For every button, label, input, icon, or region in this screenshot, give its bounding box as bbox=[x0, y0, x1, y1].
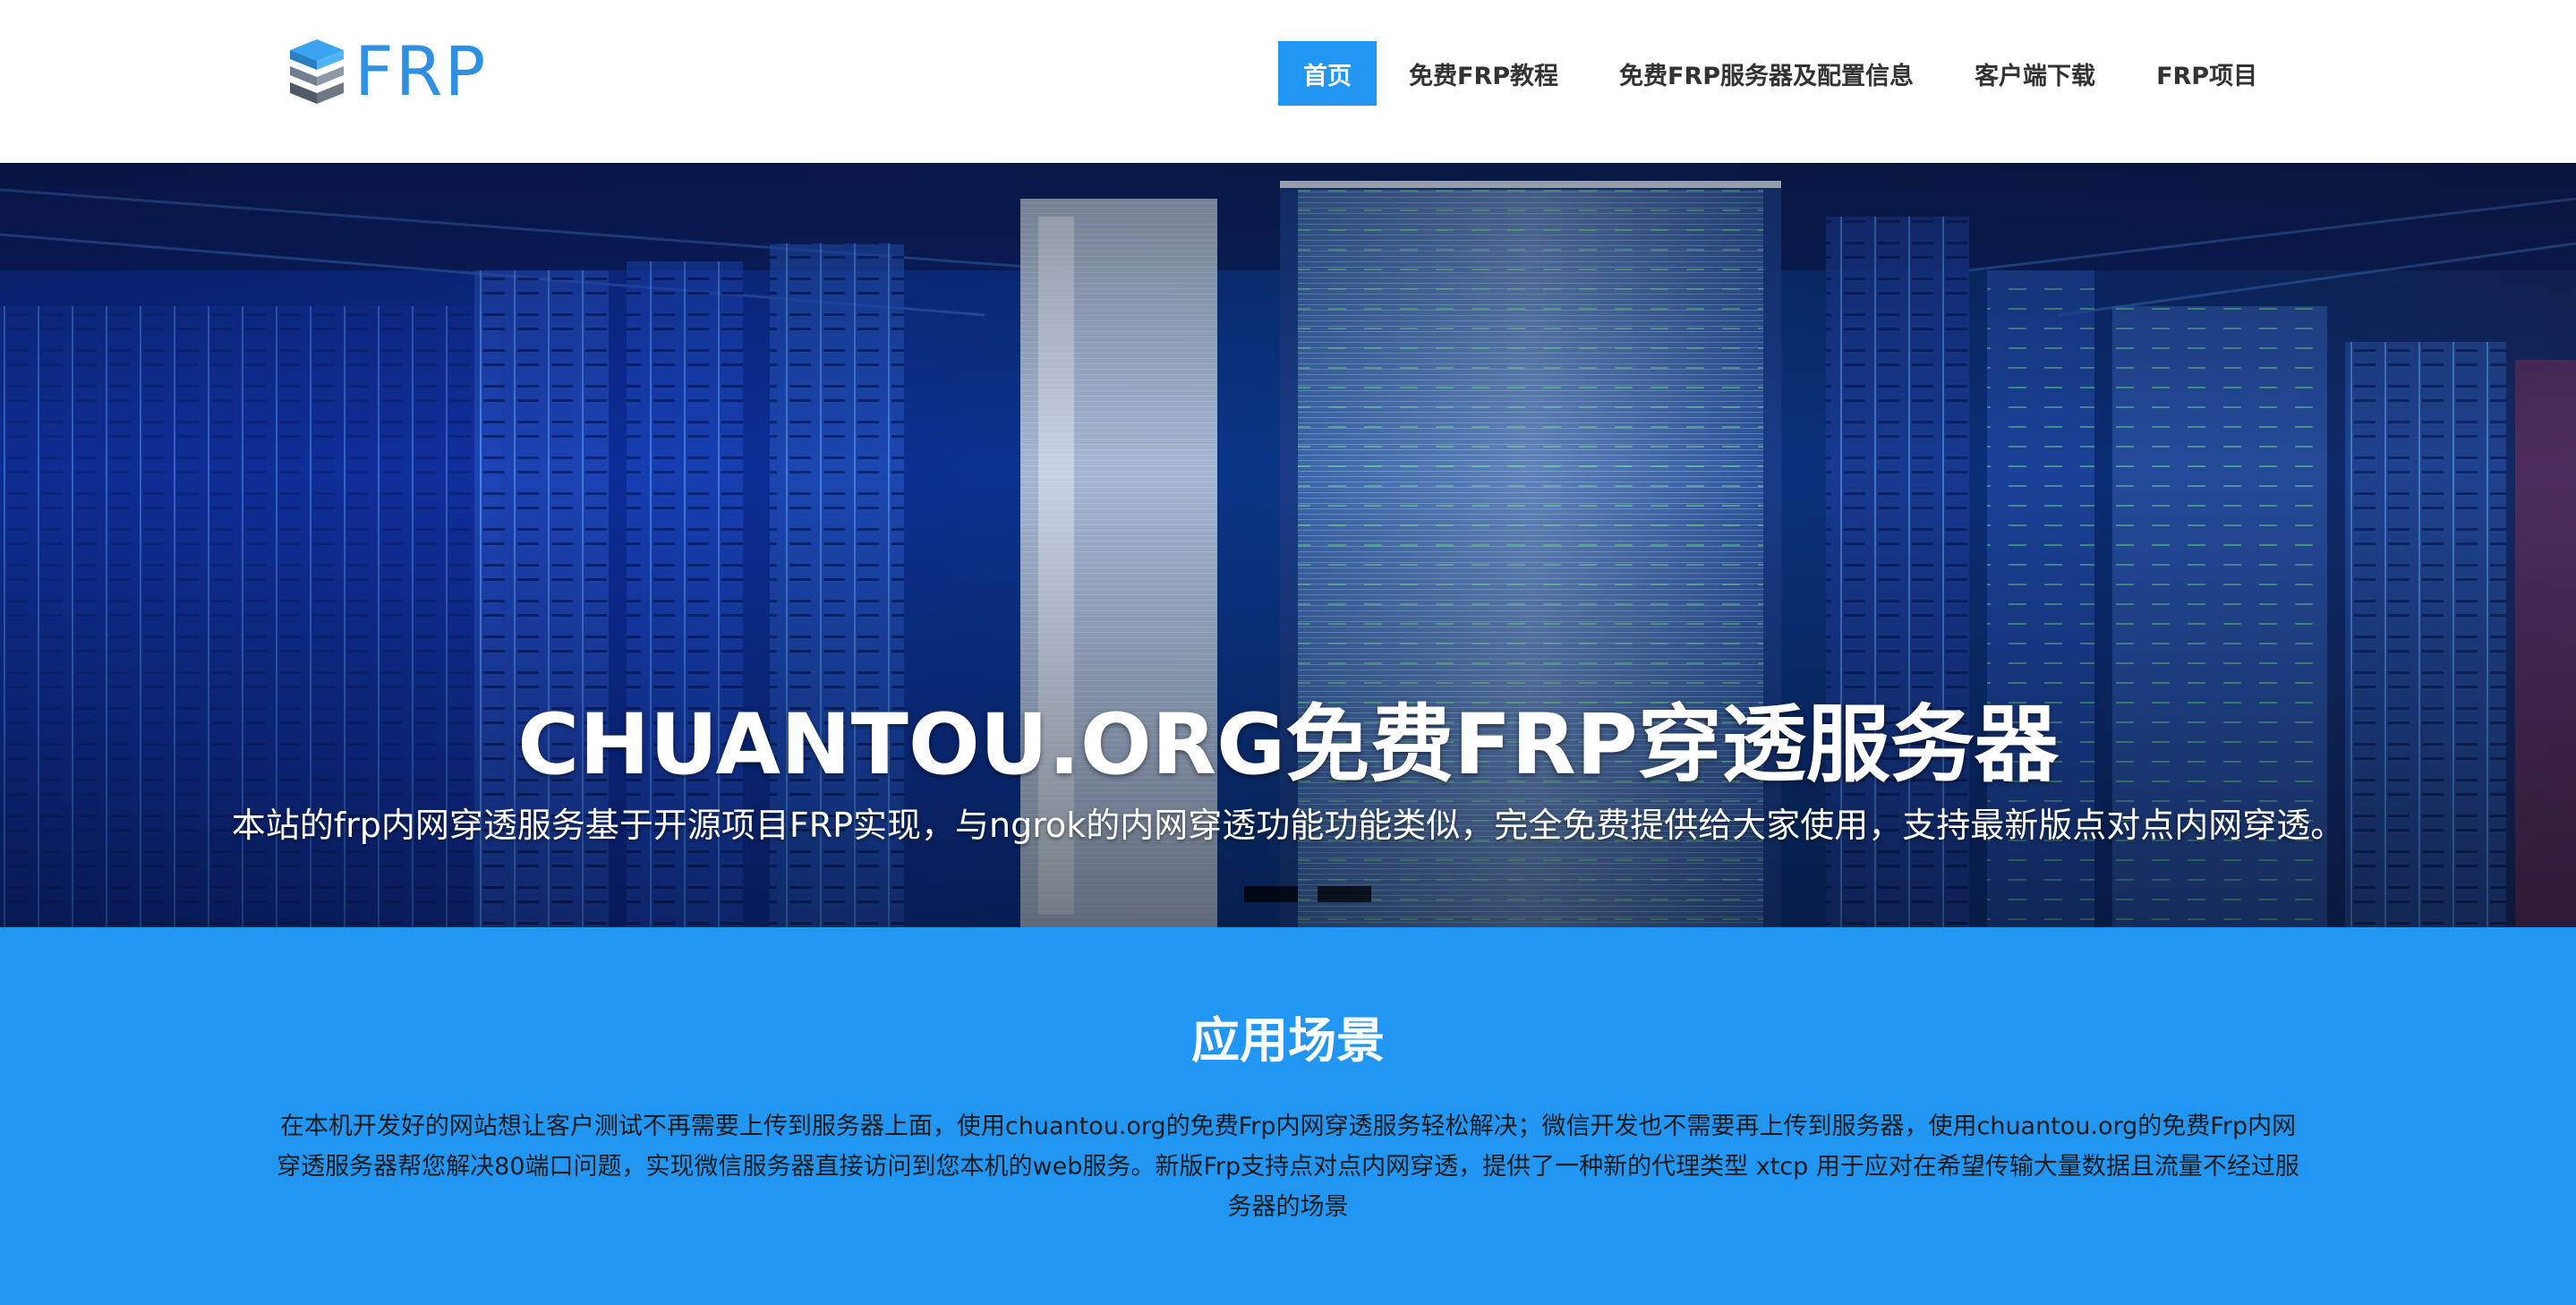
section-title: 应用场景 bbox=[1191, 1012, 1385, 1069]
use-case-section: 应用场景 在本机开发好的网站想让客户测试不再需要上传到服务器上面，使用chuan… bbox=[0, 927, 2576, 1305]
nav-frp-tutorial[interactable]: 免费FRP教程 bbox=[1409, 41, 1558, 106]
hero-subtitle: 本站的frp内网穿透服务基于开源项目FRP实现，与ngrok的内网穿透功能功能类… bbox=[231, 806, 2345, 845]
site-logo[interactable]: FRP bbox=[288, 36, 487, 107]
site-header: FRP 首页 免费FRP教程 免费FRP服务器及配置信息 客户端下载 FRP项目 bbox=[0, 0, 2576, 163]
nav-home[interactable]: 首页 bbox=[1278, 41, 1377, 106]
hero-banner: CHUANTOU.ORG免费FRP穿透服务器 本站的frp内网穿透服务基于开源项… bbox=[0, 163, 2576, 927]
hero-title: CHUANTOU.ORG免费FRP穿透服务器 bbox=[517, 696, 2059, 794]
nav-client-download[interactable]: 客户端下载 bbox=[1975, 41, 2095, 106]
logo-text: FRP bbox=[354, 31, 488, 111]
nav-frp-project[interactable]: FRP项目 bbox=[2156, 41, 2257, 106]
carousel-indicators bbox=[1244, 886, 1391, 902]
section-description: 在本机开发好的网站想让客户测试不再需要上传到服务器上面，使用chuantou.o… bbox=[277, 1113, 2299, 1221]
main-nav: 首页 免费FRP教程 免费FRP服务器及配置信息 客户端下载 FRP项目 bbox=[1278, 41, 2257, 106]
carousel-dot[interactable] bbox=[1318, 886, 1371, 902]
carousel-dot[interactable] bbox=[1244, 886, 1298, 902]
nav-frp-servers[interactable]: 免费FRP服务器及配置信息 bbox=[1619, 41, 1914, 106]
stack-logo-icon bbox=[290, 39, 344, 104]
